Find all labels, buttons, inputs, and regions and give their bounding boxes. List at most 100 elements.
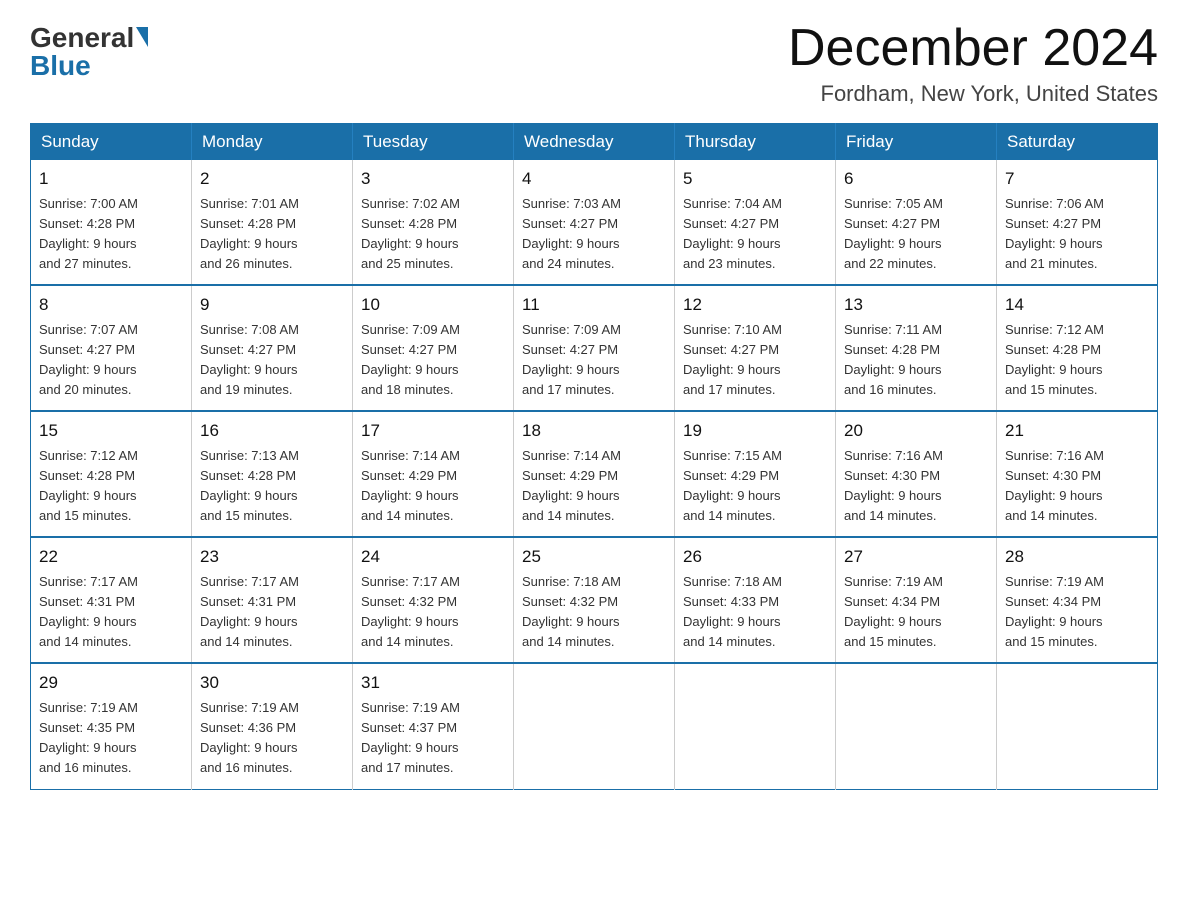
calendar-cell xyxy=(836,663,997,789)
day-info: Sunrise: 7:14 AMSunset: 4:29 PMDaylight:… xyxy=(361,446,505,527)
day-number: 20 xyxy=(844,418,988,444)
calendar-week-row: 15Sunrise: 7:12 AMSunset: 4:28 PMDayligh… xyxy=(31,411,1158,537)
day-number: 7 xyxy=(1005,166,1149,192)
day-info: Sunrise: 7:13 AMSunset: 4:28 PMDaylight:… xyxy=(200,446,344,527)
day-info: Sunrise: 7:18 AMSunset: 4:33 PMDaylight:… xyxy=(683,572,827,653)
logo-blue: Blue xyxy=(30,52,91,80)
month-title: December 2024 xyxy=(788,20,1158,77)
calendar-cell: 27Sunrise: 7:19 AMSunset: 4:34 PMDayligh… xyxy=(836,537,997,663)
day-info: Sunrise: 7:19 AMSunset: 4:37 PMDaylight:… xyxy=(361,698,505,779)
calendar-cell: 26Sunrise: 7:18 AMSunset: 4:33 PMDayligh… xyxy=(675,537,836,663)
day-number: 5 xyxy=(683,166,827,192)
calendar-cell: 21Sunrise: 7:16 AMSunset: 4:30 PMDayligh… xyxy=(997,411,1158,537)
day-info: Sunrise: 7:12 AMSunset: 4:28 PMDaylight:… xyxy=(39,446,183,527)
day-number: 30 xyxy=(200,670,344,696)
day-number: 3 xyxy=(361,166,505,192)
day-info: Sunrise: 7:16 AMSunset: 4:30 PMDaylight:… xyxy=(1005,446,1149,527)
day-number: 19 xyxy=(683,418,827,444)
day-number: 27 xyxy=(844,544,988,570)
calendar-cell: 15Sunrise: 7:12 AMSunset: 4:28 PMDayligh… xyxy=(31,411,192,537)
calendar-cell: 4Sunrise: 7:03 AMSunset: 4:27 PMDaylight… xyxy=(514,160,675,285)
day-info: Sunrise: 7:17 AMSunset: 4:31 PMDaylight:… xyxy=(39,572,183,653)
calendar-cell: 18Sunrise: 7:14 AMSunset: 4:29 PMDayligh… xyxy=(514,411,675,537)
header-friday: Friday xyxy=(836,124,997,161)
title-section: December 2024 Fordham, New York, United … xyxy=(788,20,1158,107)
calendar-cell: 14Sunrise: 7:12 AMSunset: 4:28 PMDayligh… xyxy=(997,285,1158,411)
day-number: 21 xyxy=(1005,418,1149,444)
day-number: 4 xyxy=(522,166,666,192)
header-monday: Monday xyxy=(192,124,353,161)
day-info: Sunrise: 7:04 AMSunset: 4:27 PMDaylight:… xyxy=(683,194,827,275)
calendar-cell: 5Sunrise: 7:04 AMSunset: 4:27 PMDaylight… xyxy=(675,160,836,285)
calendar-header-row: SundayMondayTuesdayWednesdayThursdayFrid… xyxy=(31,124,1158,161)
calendar-week-row: 8Sunrise: 7:07 AMSunset: 4:27 PMDaylight… xyxy=(31,285,1158,411)
day-info: Sunrise: 7:08 AMSunset: 4:27 PMDaylight:… xyxy=(200,320,344,401)
day-info: Sunrise: 7:11 AMSunset: 4:28 PMDaylight:… xyxy=(844,320,988,401)
calendar-cell: 24Sunrise: 7:17 AMSunset: 4:32 PMDayligh… xyxy=(353,537,514,663)
day-number: 16 xyxy=(200,418,344,444)
logo: General Blue xyxy=(30,24,148,80)
calendar-cell: 23Sunrise: 7:17 AMSunset: 4:31 PMDayligh… xyxy=(192,537,353,663)
day-number: 9 xyxy=(200,292,344,318)
header-saturday: Saturday xyxy=(997,124,1158,161)
calendar-cell: 28Sunrise: 7:19 AMSunset: 4:34 PMDayligh… xyxy=(997,537,1158,663)
calendar-cell: 6Sunrise: 7:05 AMSunset: 4:27 PMDaylight… xyxy=(836,160,997,285)
day-info: Sunrise: 7:09 AMSunset: 4:27 PMDaylight:… xyxy=(522,320,666,401)
day-info: Sunrise: 7:00 AMSunset: 4:28 PMDaylight:… xyxy=(39,194,183,275)
calendar-cell: 1Sunrise: 7:00 AMSunset: 4:28 PMDaylight… xyxy=(31,160,192,285)
day-info: Sunrise: 7:06 AMSunset: 4:27 PMDaylight:… xyxy=(1005,194,1149,275)
day-info: Sunrise: 7:18 AMSunset: 4:32 PMDaylight:… xyxy=(522,572,666,653)
calendar-cell xyxy=(514,663,675,789)
day-number: 28 xyxy=(1005,544,1149,570)
calendar-cell: 30Sunrise: 7:19 AMSunset: 4:36 PMDayligh… xyxy=(192,663,353,789)
day-info: Sunrise: 7:10 AMSunset: 4:27 PMDaylight:… xyxy=(683,320,827,401)
page-header: General Blue December 2024 Fordham, New … xyxy=(30,20,1158,107)
calendar-cell: 3Sunrise: 7:02 AMSunset: 4:28 PMDaylight… xyxy=(353,160,514,285)
location-title: Fordham, New York, United States xyxy=(788,81,1158,107)
calendar-cell: 12Sunrise: 7:10 AMSunset: 4:27 PMDayligh… xyxy=(675,285,836,411)
day-info: Sunrise: 7:19 AMSunset: 4:34 PMDaylight:… xyxy=(844,572,988,653)
day-info: Sunrise: 7:19 AMSunset: 4:36 PMDaylight:… xyxy=(200,698,344,779)
calendar-week-row: 22Sunrise: 7:17 AMSunset: 4:31 PMDayligh… xyxy=(31,537,1158,663)
day-info: Sunrise: 7:02 AMSunset: 4:28 PMDaylight:… xyxy=(361,194,505,275)
header-tuesday: Tuesday xyxy=(353,124,514,161)
day-number: 13 xyxy=(844,292,988,318)
calendar-cell: 10Sunrise: 7:09 AMSunset: 4:27 PMDayligh… xyxy=(353,285,514,411)
day-info: Sunrise: 7:07 AMSunset: 4:27 PMDaylight:… xyxy=(39,320,183,401)
day-number: 15 xyxy=(39,418,183,444)
day-number: 31 xyxy=(361,670,505,696)
calendar-table: SundayMondayTuesdayWednesdayThursdayFrid… xyxy=(30,123,1158,789)
calendar-cell: 29Sunrise: 7:19 AMSunset: 4:35 PMDayligh… xyxy=(31,663,192,789)
day-info: Sunrise: 7:19 AMSunset: 4:35 PMDaylight:… xyxy=(39,698,183,779)
header-wednesday: Wednesday xyxy=(514,124,675,161)
logo-general: General xyxy=(30,24,148,52)
calendar-week-row: 1Sunrise: 7:00 AMSunset: 4:28 PMDaylight… xyxy=(31,160,1158,285)
calendar-cell: 11Sunrise: 7:09 AMSunset: 4:27 PMDayligh… xyxy=(514,285,675,411)
day-number: 2 xyxy=(200,166,344,192)
calendar-cell xyxy=(997,663,1158,789)
calendar-cell: 9Sunrise: 7:08 AMSunset: 4:27 PMDaylight… xyxy=(192,285,353,411)
day-number: 8 xyxy=(39,292,183,318)
day-number: 26 xyxy=(683,544,827,570)
day-info: Sunrise: 7:15 AMSunset: 4:29 PMDaylight:… xyxy=(683,446,827,527)
day-info: Sunrise: 7:16 AMSunset: 4:30 PMDaylight:… xyxy=(844,446,988,527)
day-number: 25 xyxy=(522,544,666,570)
calendar-cell: 17Sunrise: 7:14 AMSunset: 4:29 PMDayligh… xyxy=(353,411,514,537)
day-number: 23 xyxy=(200,544,344,570)
logo-arrow-icon xyxy=(136,27,148,47)
calendar-cell: 22Sunrise: 7:17 AMSunset: 4:31 PMDayligh… xyxy=(31,537,192,663)
day-number: 6 xyxy=(844,166,988,192)
header-thursday: Thursday xyxy=(675,124,836,161)
day-number: 29 xyxy=(39,670,183,696)
day-number: 12 xyxy=(683,292,827,318)
day-info: Sunrise: 7:17 AMSunset: 4:31 PMDaylight:… xyxy=(200,572,344,653)
calendar-week-row: 29Sunrise: 7:19 AMSunset: 4:35 PMDayligh… xyxy=(31,663,1158,789)
calendar-cell xyxy=(675,663,836,789)
day-number: 10 xyxy=(361,292,505,318)
day-number: 17 xyxy=(361,418,505,444)
calendar-cell: 31Sunrise: 7:19 AMSunset: 4:37 PMDayligh… xyxy=(353,663,514,789)
calendar-cell: 13Sunrise: 7:11 AMSunset: 4:28 PMDayligh… xyxy=(836,285,997,411)
day-info: Sunrise: 7:14 AMSunset: 4:29 PMDaylight:… xyxy=(522,446,666,527)
day-info: Sunrise: 7:09 AMSunset: 4:27 PMDaylight:… xyxy=(361,320,505,401)
calendar-cell: 8Sunrise: 7:07 AMSunset: 4:27 PMDaylight… xyxy=(31,285,192,411)
